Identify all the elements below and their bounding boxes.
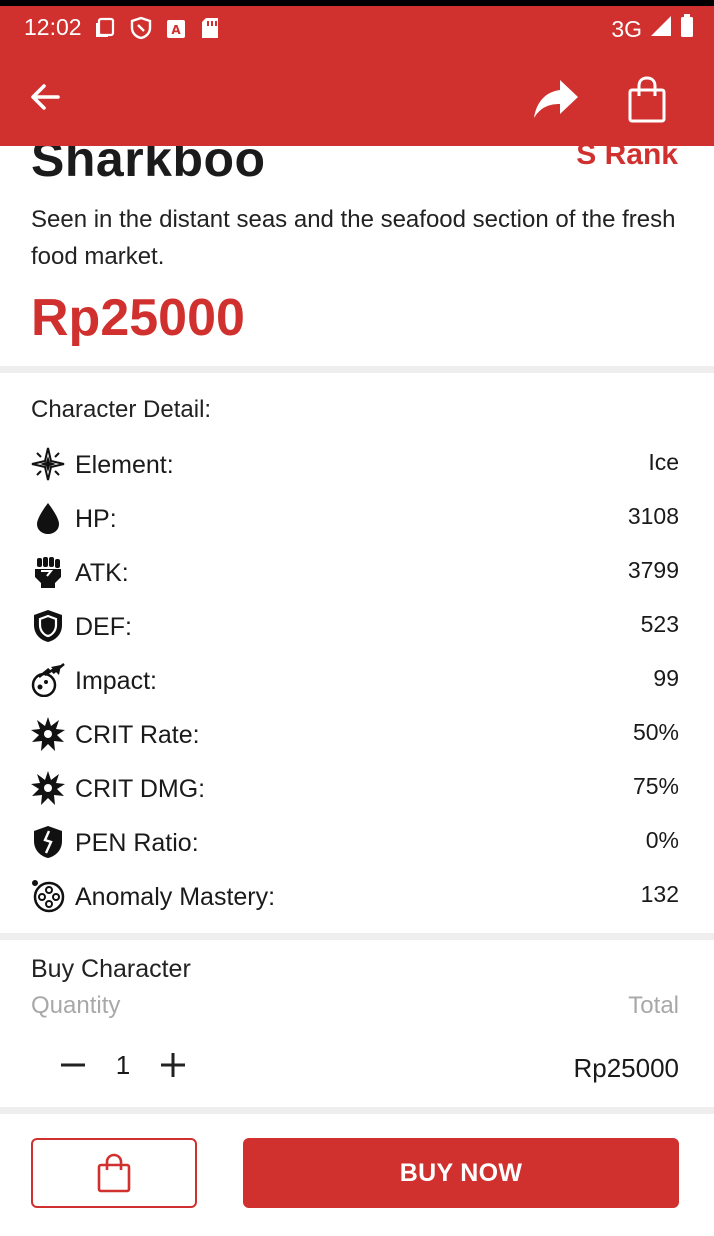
drop-icon [31,501,65,535]
fist-icon [31,555,65,589]
share-button[interactable] [528,74,584,124]
increase-quantity-button[interactable] [156,1048,190,1082]
divider [0,366,714,373]
share-icon [534,80,578,118]
a-badge-icon: A [166,18,186,45]
stat-row-hp: HP: 3108 [0,501,714,555]
minus-icon [61,1063,85,1067]
stat-row-anomaly-mastery: Anomaly Mastery: 132 [0,879,714,933]
status-icons-left: A [94,16,220,46]
battery-icon [680,14,694,44]
stat-label: CRIT DMG: [75,775,206,803]
total-value: Rp25000 [573,1053,679,1083]
stat-row-def: DEF: 523 [0,609,714,663]
network-type: 3G [611,15,642,42]
stat-value: 50% [632,719,679,745]
plus-icon [161,1053,185,1077]
quantity-value: 1 [115,1050,131,1080]
stat-row-crit-rate: CRIT Rate: 50% [0,717,714,771]
arrow-left-icon [31,84,60,110]
broken-shield-icon [31,825,65,859]
stat-label: DEF: [75,613,132,641]
shopping-bag-icon [97,1153,131,1193]
burst-icon [31,717,65,751]
stat-value: 0% [645,827,679,853]
stat-row-crit-dmg: CRIT DMG: 75% [0,771,714,825]
stat-label: CRIT Rate: [75,721,200,749]
stat-label: Element: [75,451,174,479]
stat-row-pen-ratio: PEN Ratio: 0% [0,825,714,879]
product-header: Sharkboo S Rank Seen in the distant seas… [0,146,714,366]
screen-icon [94,17,116,45]
shield-icon [31,609,65,643]
stat-value: 523 [640,611,679,637]
impact-icon [31,663,65,698]
buy-character-title: Buy Character [31,955,191,983]
stat-row-atk: ATK: 3799 [0,555,714,609]
total-label: Total [628,992,679,1019]
buy-now-button[interactable]: BUY NOW [243,1138,679,1208]
status-time: 12:02 [24,14,82,40]
cart-button[interactable] [622,72,672,128]
status-bar: 12:02 A 3G [0,6,714,48]
anomaly-icon [31,879,65,913]
stat-value: 99 [653,665,679,691]
shopping-bag-icon [628,76,666,123]
stat-row-impact: Impact: 99 [0,663,714,717]
product-price: Rp25000 [31,289,245,347]
quantity-label: Quantity [31,992,121,1019]
stat-label: ATK: [75,559,129,587]
burst-icon [31,771,65,805]
element-icon [31,447,65,481]
stat-value: 3799 [627,557,679,583]
stat-value: 75% [632,773,679,799]
stat-label: Impact: [75,667,157,695]
divider [0,1107,714,1114]
stat-value: 3108 [627,503,679,529]
app-bar: 12:02 A 3G [0,6,714,146]
divider [0,933,714,940]
character-detail-title: Character Detail: [31,396,212,423]
stat-label: PEN Ratio: [75,829,199,857]
status-icons-right: 3G [611,14,694,44]
bottom-action-bar: BUY NOW [0,1114,714,1236]
shield-icon [130,16,152,46]
signal-icon [650,15,672,43]
product-description: Seen in the distant seas and the seafood… [31,206,676,270]
decrease-quantity-button[interactable] [56,1048,90,1082]
stat-label: Anomaly Mastery: [75,883,276,911]
product-rank: S Rank [576,146,678,171]
sd-card-icon [200,17,220,45]
svg-text:A: A [171,23,181,37]
stat-value: 132 [640,881,679,907]
stat-label: HP: [75,505,117,533]
product-name: Sharkboo [31,146,266,187]
stat-value: Ice [648,449,679,475]
back-button[interactable] [22,74,68,120]
add-to-cart-button[interactable] [31,1138,197,1208]
stat-row-element: Element: Ice [0,447,714,501]
